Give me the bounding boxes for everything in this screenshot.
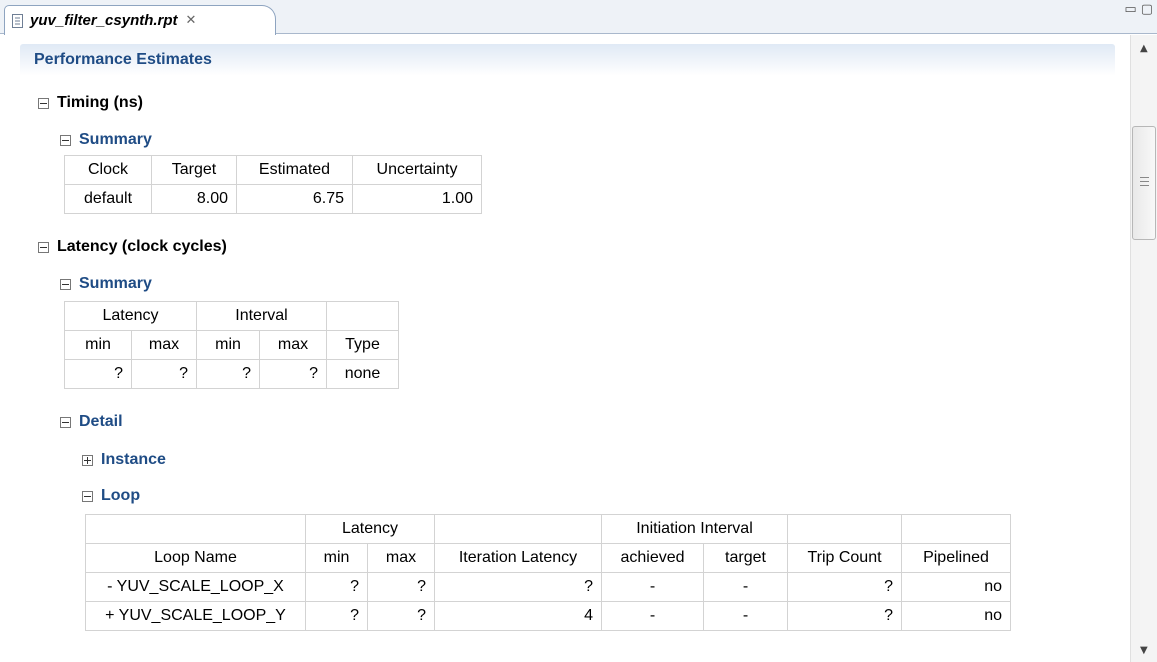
vertical-scrollbar[interactable]: ▲ ▼	[1130, 35, 1157, 662]
column-header: min	[64, 330, 132, 360]
scroll-down-icon[interactable]: ▼	[1140, 645, 1148, 656]
group-header-empty	[85, 514, 306, 544]
table-cell: ?	[367, 572, 435, 602]
section-title: Performance Estimates	[34, 51, 212, 68]
timing-title: Timing (ns)	[57, 94, 143, 111]
table-cell: ?	[305, 601, 368, 631]
editor-tab-bar: yuv_filter_csynth.rpt ✕ ▭ ▢	[0, 0, 1157, 35]
close-icon[interactable]: ✕	[186, 13, 197, 28]
collapse-icon[interactable]	[60, 278, 71, 290]
collapse-icon[interactable]	[38, 241, 49, 253]
table-cell: 4	[434, 601, 602, 631]
table-cell: ?	[305, 572, 368, 602]
instance-node[interactable]: Instance	[82, 451, 166, 469]
group-header: Latency	[305, 514, 435, 544]
table-cell: ?	[259, 359, 327, 389]
timing-summary-title: Summary	[79, 131, 152, 148]
loop-name-cell[interactable]: - YUV_SCALE_LOOP_X	[85, 572, 306, 602]
column-header: Iteration Latency	[434, 543, 602, 573]
group-header-empty	[434, 514, 602, 544]
detail-title: Detail	[79, 413, 123, 430]
column-header: Pipelined	[901, 543, 1011, 573]
loop-node[interactable]: Loop	[82, 487, 140, 505]
table-group-header-row: Latency Interval	[64, 301, 399, 331]
table-cell: 8.00	[151, 184, 237, 214]
tab-title: yuv_filter_csynth.rpt	[30, 12, 178, 29]
table-cell: 1.00	[352, 184, 482, 214]
loop-name-cell[interactable]: + YUV_SCALE_LOOP_Y	[85, 601, 306, 631]
table-row[interactable]: - YUV_SCALE_LOOP_X ? ? ? - - ? no	[85, 572, 1011, 602]
expand-icon[interactable]	[82, 454, 93, 466]
report-content: Performance Estimates Timing (ns) Summar…	[0, 35, 1130, 662]
timing-node[interactable]: Timing (ns)	[38, 94, 143, 112]
table-row[interactable]: + YUV_SCALE_LOOP_Y ? ? 4 - - ? no	[85, 601, 1011, 631]
latency-summary-title: Summary	[79, 275, 152, 292]
performance-estimates-header[interactable]: Performance Estimates	[20, 44, 1115, 76]
table-header-row: min max min max Type	[64, 330, 399, 360]
table-cell: ?	[196, 359, 260, 389]
table-cell: ?	[787, 572, 902, 602]
group-header	[326, 301, 399, 331]
loop-title: Loop	[101, 487, 141, 504]
collapse-icon[interactable]	[82, 490, 93, 502]
column-header: Target	[151, 155, 237, 185]
column-header: Trip Count	[787, 543, 902, 573]
collapse-icon[interactable]	[60, 416, 71, 428]
table-cell: -	[601, 601, 704, 631]
table-cell: -	[703, 601, 788, 631]
table-cell: -	[601, 572, 704, 602]
collapse-icon[interactable]	[38, 97, 49, 109]
detail-node[interactable]: Detail	[60, 413, 123, 431]
table-cell: ?	[64, 359, 132, 389]
table-cell: no	[901, 601, 1011, 631]
column-header: max	[131, 330, 197, 360]
column-header: Loop Name	[85, 543, 306, 573]
timing-summary-table: Clock Target Estimated Uncertainty defau…	[64, 155, 482, 214]
column-header: min	[196, 330, 260, 360]
column-header: Clock	[64, 155, 152, 185]
table-cell: default	[64, 184, 152, 214]
minimize-icon[interactable]: ▭	[1124, 2, 1136, 17]
table-cell: ?	[787, 601, 902, 631]
timing-summary-node[interactable]: Summary	[60, 131, 152, 149]
loop-table: Latency Initiation Interval Loop Name mi…	[85, 514, 1011, 631]
group-header: Interval	[196, 301, 327, 331]
column-header: achieved	[601, 543, 704, 573]
table-cell: -	[703, 572, 788, 602]
table-header-row: Loop Name min max Iteration Latency achi…	[85, 543, 1011, 573]
table-cell: 6.75	[236, 184, 353, 214]
column-header: Type	[326, 330, 399, 360]
column-header: max	[367, 543, 435, 573]
grip-icon	[1140, 177, 1149, 186]
tab-report-file[interactable]: yuv_filter_csynth.rpt ✕	[4, 5, 276, 35]
table-header-row: Clock Target Estimated Uncertainty	[64, 155, 482, 185]
column-header: Estimated	[236, 155, 353, 185]
scrollbar-thumb[interactable]	[1132, 126, 1156, 240]
column-header: max	[259, 330, 327, 360]
table-row: default 8.00 6.75 1.00	[64, 184, 482, 214]
collapse-icon[interactable]	[60, 134, 71, 146]
group-header-empty	[901, 514, 1011, 544]
table-row: ? ? ? ? none	[64, 359, 399, 389]
maximize-icon[interactable]: ▢	[1141, 2, 1153, 17]
table-cell: ?	[367, 601, 435, 631]
column-header: target	[703, 543, 788, 573]
column-header: min	[305, 543, 368, 573]
group-header: Latency	[64, 301, 197, 331]
table-cell: none	[326, 359, 399, 389]
table-cell: no	[901, 572, 1011, 602]
scroll-up-icon[interactable]: ▲	[1140, 43, 1148, 54]
table-cell: ?	[434, 572, 602, 602]
latency-summary-table: Latency Interval min max min max Type ? …	[64, 301, 399, 389]
latency-title: Latency (clock cycles)	[57, 238, 227, 255]
group-header-empty	[787, 514, 902, 544]
table-group-header-row: Latency Initiation Interval	[85, 514, 1011, 544]
instance-title: Instance	[101, 451, 166, 468]
report-file-icon	[11, 13, 25, 29]
column-header: Uncertainty	[352, 155, 482, 185]
group-header: Initiation Interval	[601, 514, 788, 544]
latency-summary-node[interactable]: Summary	[60, 275, 152, 293]
latency-node[interactable]: Latency (clock cycles)	[38, 238, 227, 256]
table-cell: ?	[131, 359, 197, 389]
